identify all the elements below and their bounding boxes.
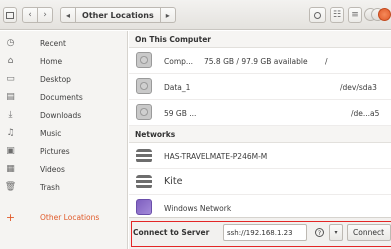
back-button[interactable]: ‹ [22,7,38,23]
drive-icon [136,52,152,68]
sidebar-item-label: Trash [40,182,60,192]
path-current-label: Other Locations [82,10,154,20]
sidebar-toggle-button[interactable] [3,7,17,23]
path-current[interactable]: Other Locations [76,7,161,23]
menu-icon: ≡ [351,10,359,20]
section-on-this-computer: On This Computer [129,31,391,48]
downloads-icon: ⤓ [8,110,13,120]
windows-network-icon [136,199,152,215]
drive-capacity: 75.8 GB / 97.9 GB available [204,57,308,66]
sidebar-item-home[interactable]: ⌂ Home [0,52,128,70]
pictures-icon: ▣ [6,146,15,156]
header-bar: ‹ › ◂ Other Locations ▸ ☷ ≡ [0,0,391,30]
documents-icon: ▤ [6,92,15,102]
drive-mount: /dev/sda3 [340,83,377,92]
connect-button[interactable]: Connect [347,224,391,241]
section-networks: Networks [129,126,391,143]
sidebar-item-label: Pictures [40,146,70,156]
forward-icon: › [43,10,47,20]
path-bar: ◂ Other Locations ▸ [60,7,176,23]
path-left-icon: ◂ [66,10,71,20]
trash-icon: 🗑 [4,182,17,192]
sidebar-item-trash[interactable]: 🗑 Trash [0,178,128,196]
sidebar-item-other-locations[interactable]: + Other Locations [0,208,128,226]
search-button[interactable] [309,7,326,23]
connect-to-server-bar: Connect to Server ssh://192.168.1.23 ? ▾… [129,217,391,249]
sidebar: ◷ Recent ⌂ Home ▭ Desktop ▤ Documents ⤓ … [0,31,128,249]
drive-icon [136,78,152,94]
clock-icon: ◷ [6,38,15,48]
sidebar-item-documents[interactable]: ▤ Documents [0,88,128,106]
desktop-icon: ▭ [6,74,15,84]
drive-row[interactable]: Comp... 75.8 GB / 97.9 GB available / [129,48,391,74]
network-row[interactable]: HAS-TRAVELMATE-P246M-M [129,143,391,169]
sidebar-item-label: Recent [40,38,66,48]
sidebar-item-music[interactable]: ♫ Music [0,124,128,142]
sidebar-item-label: Other Locations [40,212,100,222]
drive-name: 59 GB ... [164,109,197,118]
drive-name: Comp... [164,57,194,66]
sidebar-item-desktop[interactable]: ▭ Desktop [0,70,128,88]
network-name: HAS-TRAVELMATE-P246M-M [164,152,268,161]
home-icon: ⌂ [7,56,14,66]
drive-icon [136,104,152,120]
list-view-icon: ☷ [332,10,342,20]
drive-row[interactable]: 59 GB ... /de...a5 [129,100,391,126]
help-icon[interactable]: ? [315,228,324,237]
path-right-button[interactable]: ▸ [160,7,176,23]
sidebar-item-label: Home [40,56,63,66]
search-icon [314,11,321,19]
drive-mount: / [325,57,328,66]
drive-name: Data_1 [164,83,191,92]
chevron-down-icon: ▾ [334,229,338,236]
drive-mount: /de...a5 [351,109,380,118]
sidebar-item-pictures[interactable]: ▣ Pictures [0,142,128,160]
path-right-icon: ▸ [165,10,170,20]
forward-button[interactable]: › [37,7,53,23]
sidebar-item-label: Music [40,128,62,138]
close-button[interactable] [378,8,391,21]
sidebar-item-recent[interactable]: ◷ Recent [0,34,128,52]
network-row[interactable]: Kite [129,169,391,195]
drive-row[interactable]: Data_1 /dev/sda3 [129,74,391,100]
list-view-button[interactable]: ☷ [330,7,344,23]
path-left-button[interactable]: ◂ [60,7,77,23]
back-icon: ‹ [28,10,32,20]
sidebar-item-label: Documents [40,92,83,102]
sidebar-item-videos[interactable]: ▦ Videos [0,160,128,178]
network-name: Windows Network [164,204,232,213]
menu-button[interactable]: ≡ [348,7,362,23]
connect-to-server-label: Connect to Server [133,228,210,237]
sidebar-item-label: Videos [40,164,65,174]
sidebar-item-downloads[interactable]: ⤓ Downloads [0,106,128,124]
music-icon: ♫ [6,128,15,138]
videos-icon: ▦ [6,164,15,174]
computer-icon [136,175,152,189]
plus-icon: + [5,210,16,224]
sidebar-toggle-icon [6,11,14,19]
computer-icon [136,149,152,163]
recent-servers-dropdown[interactable]: ▾ [329,224,343,241]
network-name: Kite [164,176,183,187]
sidebar-item-label: Desktop [40,74,71,84]
sidebar-item-label: Downloads [40,110,82,120]
server-address-input[interactable]: ssh://192.168.1.23 [223,224,307,241]
